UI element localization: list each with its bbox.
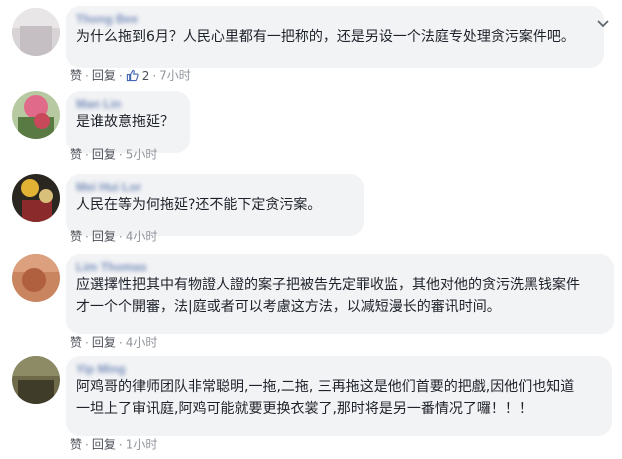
comment-actions: 赞 · 回复 · 5小时 xyxy=(70,147,158,162)
comment-text-line: 才一个个開審，法|庭或者可以考慮这方法，以减短漫长的審讯时间。 xyxy=(76,299,501,315)
like-button[interactable]: 赞 xyxy=(70,148,82,162)
reply-button[interactable]: 回复 xyxy=(92,69,116,83)
comment-text-line: 一坦上了审讯庭,阿鸡可能就要更换衣裳了,那时将是另一番情况了囉！！！ xyxy=(76,401,533,417)
reply-button[interactable]: 回复 xyxy=(92,438,116,452)
comment-author[interactable]: Yip Ming xyxy=(76,362,602,376)
comment-author[interactable]: Man Lin xyxy=(76,97,180,111)
comment-bubble: Lim Thomas 应選擇性把其中有物證人證的案子把被告先定罪收监，其他对他的… xyxy=(66,254,614,334)
reaction-count[interactable]: 2 xyxy=(142,69,150,83)
avatar[interactable] xyxy=(12,174,60,222)
comment-bubble: Man Lin 是谁故意拖延？ xyxy=(66,91,190,153)
avatar[interactable] xyxy=(12,8,60,56)
comment-bubble: Yip Ming 阿鸡哥的律师团队非常聪明,一拖,二拖, 三再拖这是他们首要的把… xyxy=(66,356,612,436)
comment-actions: 赞 · 回复 · 4小时 xyxy=(70,229,158,244)
comment-bubble: Thong Bee 为什么拖到6月？人民心里都有一把称的，还是另设一个法庭专处理… xyxy=(66,6,604,68)
comment-text-line: 阿鸡哥的律师团队非常聪明,一拖,二拖, 三再拖这是他们首要的把戲,因他们也知道 xyxy=(76,379,575,395)
comment-actions: 赞 · 回复 · 4小时 xyxy=(70,335,158,350)
comment-author[interactable]: Mei Hui Lor xyxy=(76,180,354,194)
reply-button[interactable]: 回复 xyxy=(92,336,116,350)
comment-time[interactable]: 1小时 xyxy=(126,438,158,452)
comment-time[interactable]: 4小时 xyxy=(126,230,158,244)
like-button[interactable]: 赞 xyxy=(70,69,82,83)
comment-text: 是谁故意拖延？ xyxy=(76,114,174,130)
avatar[interactable] xyxy=(12,254,60,302)
comment-time[interactable]: 7小时 xyxy=(159,69,191,83)
like-button[interactable]: 赞 xyxy=(70,230,82,244)
avatar[interactable] xyxy=(12,91,60,139)
reply-button[interactable]: 回复 xyxy=(92,230,116,244)
comment-text: 为什么拖到6月？人民心里都有一把称的，还是另设一个法庭专处理贪污案件吧。 xyxy=(76,29,575,45)
like-button[interactable]: 赞 xyxy=(70,438,82,452)
comment-author[interactable]: Thong Bee xyxy=(76,12,594,26)
reply-button[interactable]: 回复 xyxy=(92,148,116,162)
like-button[interactable]: 赞 xyxy=(70,336,82,350)
comment-author[interactable]: Lim Thomas xyxy=(76,260,604,274)
comment-bubble: Mei Hui Lor 人民在等为何拖延?还不能下定贪污案。 xyxy=(66,174,364,236)
comment-text-line: 应選擇性把其中有物證人證的案子把被告先定罪收监，其他对他的贪污洗黑钱案件 xyxy=(76,277,580,293)
comment-actions: 赞 · 回复 · 2 · 7小时 xyxy=(70,68,191,83)
chevron-down-icon[interactable] xyxy=(596,16,610,30)
comment-actions: 赞 · 回复 · 1小时 xyxy=(70,437,158,452)
comment-time[interactable]: 4小时 xyxy=(126,336,158,350)
comment-time[interactable]: 5小时 xyxy=(126,148,158,162)
thumbs-up-icon[interactable] xyxy=(126,69,139,82)
comment-text: 人民在等为何拖延?还不能下定贪污案。 xyxy=(76,197,322,213)
avatar[interactable] xyxy=(12,356,60,404)
